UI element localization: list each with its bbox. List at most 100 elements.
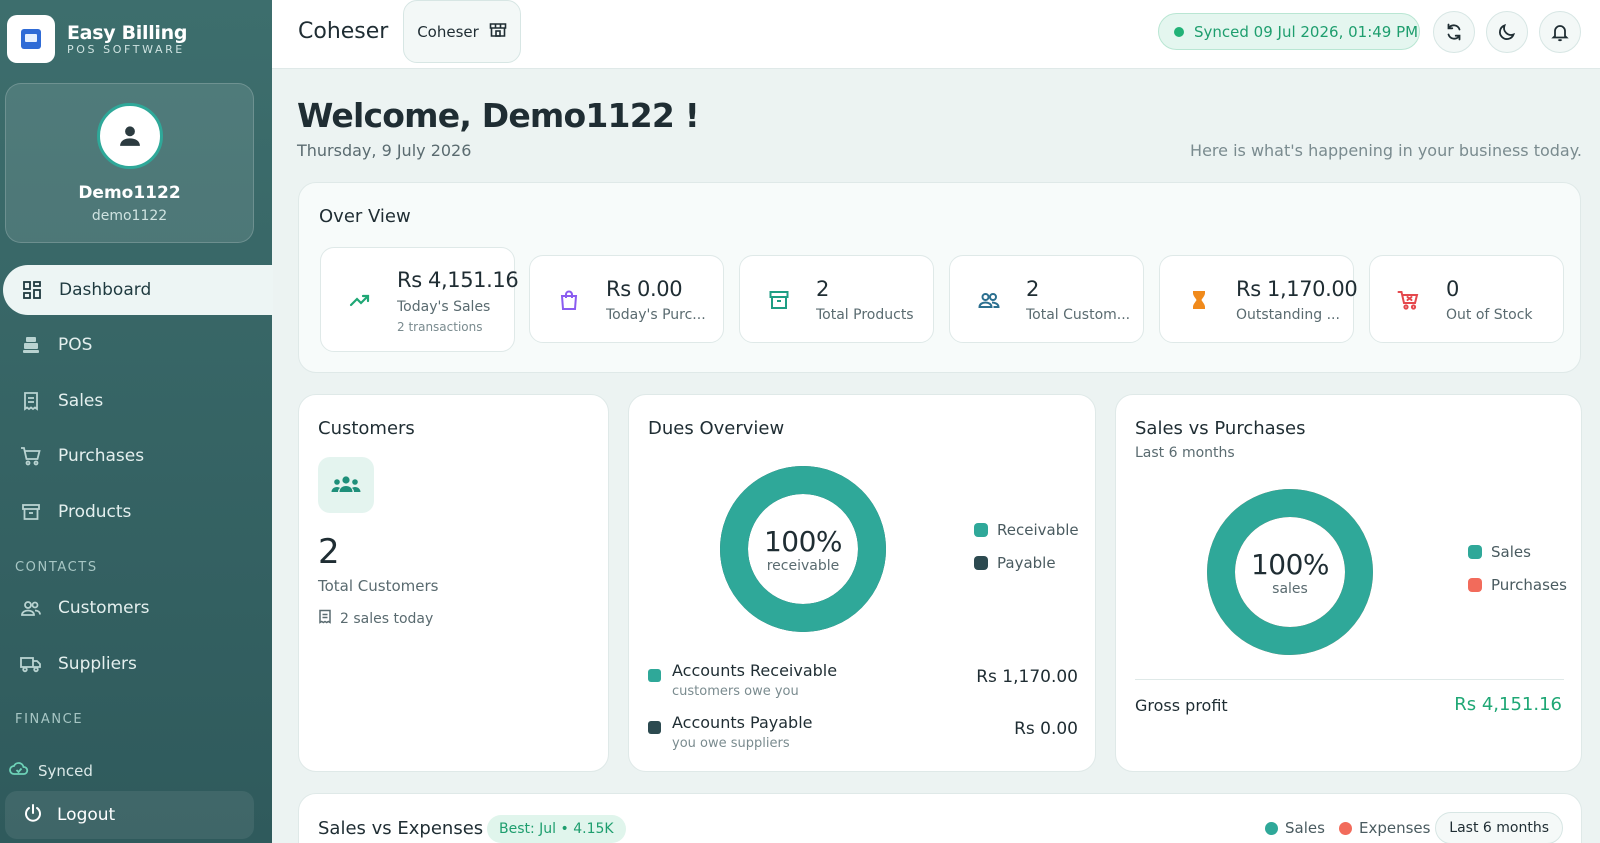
theme-toggle-button[interactable] bbox=[1486, 11, 1528, 53]
cart-icon bbox=[20, 445, 42, 467]
brand-name: Easy Billing bbox=[67, 22, 188, 44]
dashboard-grid-icon bbox=[21, 279, 43, 301]
stat-total-customers[interactable]: 2 Total Custom... bbox=[949, 255, 1144, 343]
stat-todays-sales[interactable]: Rs 4,151.16 Today's Sales 2 transactions bbox=[320, 247, 519, 352]
sales-vs-expenses-title: Sales vs Expenses bbox=[318, 818, 484, 839]
top-bar: Coheser Coheser Synced 09 Jul 2026, 01:4… bbox=[272, 0, 1600, 69]
customers-count: 2 bbox=[318, 532, 340, 572]
sales-vs-purchases-title: Sales vs Purchases bbox=[1135, 418, 1306, 439]
legend-label: Sales bbox=[1491, 543, 1531, 561]
sales-vs-purchases-card: Sales vs Purchases Last 6 months 100% sa… bbox=[1115, 394, 1582, 772]
accounts-receivable-label: Accounts Receivable bbox=[672, 661, 838, 680]
sidebar-item-label: Purchases bbox=[58, 446, 145, 466]
cart-icon bbox=[1385, 276, 1433, 324]
storefront-icon bbox=[489, 22, 507, 42]
store-switcher-label: Coheser bbox=[417, 22, 479, 41]
stat-label: Total Custom... bbox=[1026, 307, 1131, 323]
cash-register-icon bbox=[20, 334, 42, 356]
current-date: Thursday, 9 July 2026 bbox=[297, 141, 472, 160]
legend-item-sales: Sales bbox=[1265, 819, 1325, 837]
welcome-heading: Welcome, Demo1122 ! bbox=[297, 96, 700, 135]
stat-out-of-stock[interactable]: 0 Out of Stock bbox=[1369, 255, 1564, 343]
legend-swatch bbox=[1468, 545, 1482, 559]
stat-total-products[interactable]: 2 Total Products bbox=[739, 255, 934, 343]
store-switcher[interactable]: Coheser bbox=[403, 0, 521, 63]
notifications-button[interactable] bbox=[1539, 11, 1581, 53]
overview-card: Over View Rs 4,151.16 Today's Sales 2 tr… bbox=[298, 182, 1581, 373]
customers-card[interactable]: Customers 2 Total Customers 2 sales toda… bbox=[298, 394, 609, 772]
shopping-bag-icon bbox=[545, 276, 593, 324]
stat-subtext: 2 transactions bbox=[397, 320, 483, 334]
legend-item-receivable: Receivable bbox=[974, 521, 1079, 539]
profile-username: demo1122 bbox=[91, 208, 168, 224]
welcome-tagline: Here is what's happening in your busines… bbox=[1190, 141, 1582, 160]
trending-up-icon bbox=[336, 276, 384, 324]
archive-box-icon bbox=[755, 276, 803, 324]
legend-item-expenses: Expenses bbox=[1339, 819, 1430, 837]
legend-item-purchases: Purchases bbox=[1468, 576, 1567, 594]
archive-box-icon bbox=[20, 501, 42, 523]
refresh-button[interactable] bbox=[1433, 11, 1475, 53]
dues-overview-card: Dues Overview 100% receivable Receivable… bbox=[628, 394, 1096, 772]
legend-label: Expenses bbox=[1359, 819, 1431, 837]
sidebar-item-products[interactable]: Products bbox=[2, 487, 272, 537]
bell-icon bbox=[1551, 25, 1569, 42]
legend-dot bbox=[1339, 821, 1352, 835]
brand[interactable]: Easy Billing POS SOFTWARE bbox=[7, 15, 187, 63]
accounts-receivable-value: Rs 1,170.00 bbox=[976, 667, 1078, 687]
store-title: Coheser bbox=[298, 19, 389, 44]
moon-icon bbox=[1499, 23, 1516, 40]
sync-status: Synced bbox=[9, 761, 93, 781]
divider bbox=[1135, 679, 1564, 680]
sidebar-item-pos[interactable]: POS bbox=[2, 320, 272, 370]
legend-swatch bbox=[1468, 578, 1482, 592]
customers-sales-today-label: 2 sales today bbox=[340, 610, 434, 627]
users-icon bbox=[20, 597, 42, 619]
legend-swatch bbox=[974, 523, 988, 537]
refresh-icon bbox=[1447, 23, 1461, 41]
logout-button[interactable]: Logout bbox=[5, 791, 254, 839]
sidebar-item-label: Products bbox=[58, 502, 132, 522]
accounts-payable-row[interactable]: Accounts Payable you owe suppliers Rs 0.… bbox=[648, 713, 1078, 753]
sidebar-item-purchases[interactable]: Purchases bbox=[2, 431, 272, 481]
sidebar-item-sales[interactable]: Sales bbox=[2, 376, 272, 426]
legend-label: Purchases bbox=[1491, 576, 1567, 594]
power-icon bbox=[23, 803, 43, 828]
legend-dot bbox=[1265, 821, 1278, 835]
truck-icon bbox=[20, 653, 42, 675]
legend-swatch bbox=[974, 556, 988, 570]
sales-vs-purchases-subtitle: Last 6 months bbox=[1135, 445, 1235, 461]
section-label-contacts: CONTACTS bbox=[15, 560, 98, 575]
profile-name: Demo1122 bbox=[78, 183, 181, 203]
sidebar-item-dashboard[interactable]: Dashboard bbox=[3, 265, 273, 315]
users-group-icon bbox=[318, 457, 374, 513]
legend-item-sales: Sales bbox=[1468, 543, 1531, 561]
profile-card[interactable]: Demo1122 demo1122 bbox=[5, 83, 254, 243]
sync-status-label: Synced bbox=[38, 762, 93, 780]
dues-overview-title: Dues Overview bbox=[648, 418, 785, 439]
stat-value: 0 bbox=[1446, 277, 1459, 301]
stat-label: Today's Sales bbox=[397, 299, 491, 315]
gross-profit-value: Rs 4,151.16 bbox=[1454, 694, 1562, 715]
stat-outstanding[interactable]: Rs 1,170.00 Outstanding ... bbox=[1159, 255, 1358, 343]
date-range-select[interactable]: Last 6 months bbox=[1435, 812, 1563, 843]
avatar bbox=[97, 103, 163, 169]
brand-subtitle: POS SOFTWARE bbox=[67, 43, 185, 56]
receipt-icon bbox=[20, 390, 42, 412]
stat-value: Rs 0.00 bbox=[606, 277, 683, 301]
sidebar-item-label: Dashboard bbox=[59, 280, 152, 300]
svp-donut-percent: 100% bbox=[1250, 548, 1330, 581]
legend-label: Payable bbox=[997, 554, 1056, 572]
overview-title: Over View bbox=[319, 206, 411, 227]
sidebar-item-suppliers[interactable]: Suppliers bbox=[2, 639, 272, 689]
accounts-receivable-row[interactable]: Accounts Receivable customers owe you Rs… bbox=[648, 661, 1078, 701]
receipt-icon bbox=[318, 609, 332, 628]
best-month-badge: Best: Jul • 4.15K bbox=[487, 815, 626, 843]
sidebar-item-customers[interactable]: Customers bbox=[2, 583, 272, 633]
accounts-receivable-swatch bbox=[648, 669, 661, 682]
stat-label: Outstanding ... bbox=[1236, 307, 1340, 323]
dues-donut-percent: 100% bbox=[763, 525, 843, 558]
dues-donut-caption: receivable bbox=[766, 558, 840, 574]
users-icon bbox=[965, 276, 1013, 324]
stat-todays-purchases[interactable]: Rs 0.00 Today's Purc... bbox=[529, 255, 724, 343]
